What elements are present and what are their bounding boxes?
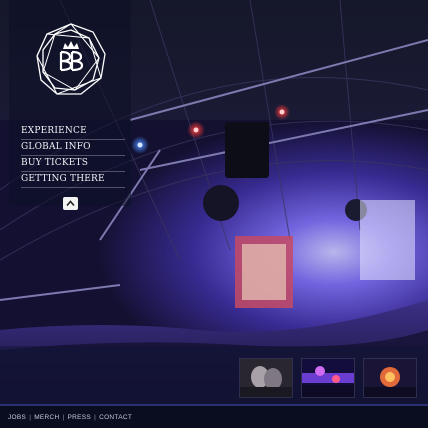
footer-separator: | <box>94 414 97 421</box>
footer-links: JOBS | MERCH | PRESS | CONTACT <box>8 414 132 421</box>
collapse-menu-button[interactable] <box>63 197 78 210</box>
gallery-thumbnail-couple[interactable] <box>239 358 293 398</box>
nav-item-experience[interactable]: EXPERIENCE <box>21 124 125 140</box>
nav-item-getting-there[interactable]: GETTING THERE <box>21 172 125 188</box>
main-nav: EXPERIENCE GLOBAL INFO BUY TICKETS GETTI… <box>21 124 125 188</box>
gallery-strip <box>0 346 428 404</box>
footer-divider <box>0 404 428 406</box>
nav-item-global-info[interactable]: GLOBAL INFO <box>21 140 125 156</box>
crown-bb-monogram-logo[interactable] <box>33 22 109 98</box>
footer-separator: | <box>29 414 32 421</box>
footer-link-press[interactable]: PRESS <box>68 414 92 421</box>
chevron-up-icon <box>66 200 75 207</box>
nav-item-buy-tickets[interactable]: BUY TICKETS <box>21 156 125 172</box>
footer-link-merch[interactable]: MERCH <box>34 414 59 421</box>
footer-separator: | <box>62 414 65 421</box>
gallery-thumbnail-stage-lights[interactable] <box>301 358 355 398</box>
footer-link-contact[interactable]: CONTACT <box>99 414 132 421</box>
gallery-thumbnail-pyro[interactable] <box>363 358 417 398</box>
footer-link-jobs[interactable]: JOBS <box>8 414 26 421</box>
footer: JOBS | MERCH | PRESS | CONTACT <box>0 404 428 428</box>
